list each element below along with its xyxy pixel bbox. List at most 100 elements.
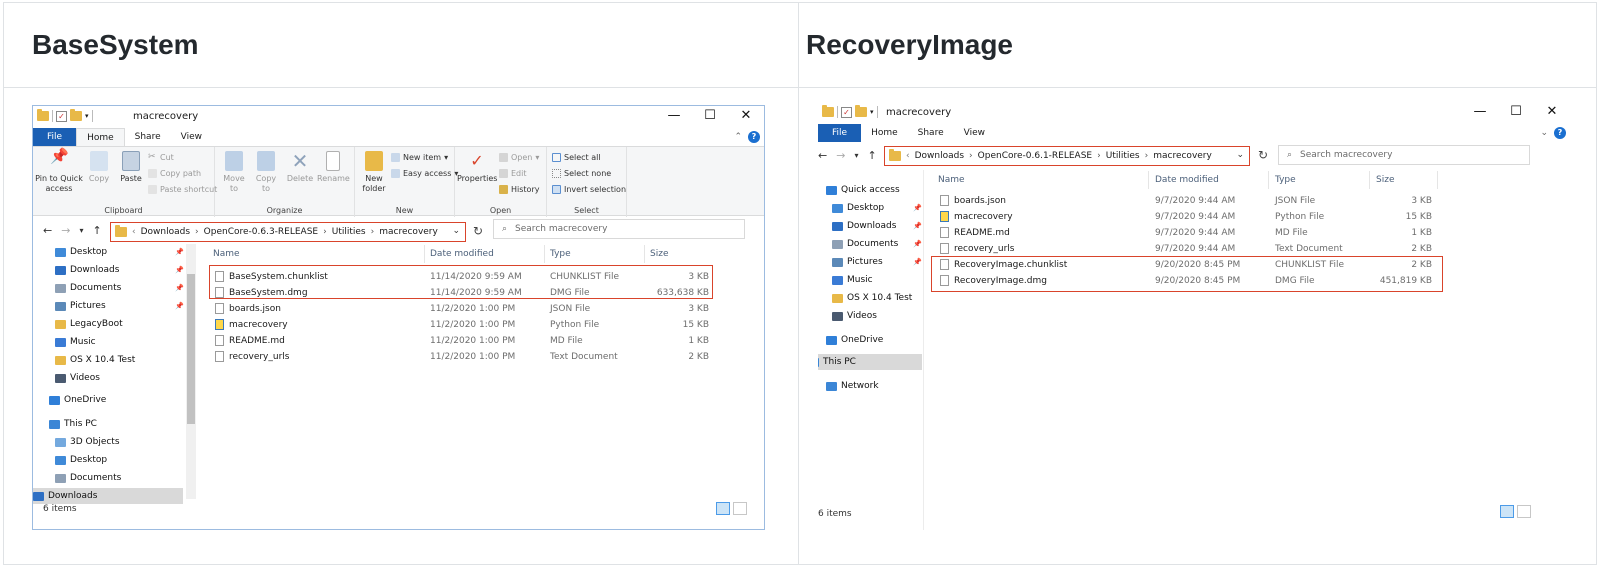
nav-item-downloads[interactable]: Downloads [33,488,183,504]
ribbon-collapse-icon[interactable]: ⌃ [734,132,742,142]
close-button[interactable]: ✕ [1534,102,1570,122]
nav-item-desktop[interactable]: Desktop [55,244,107,260]
new-folder-button[interactable]: New folder [359,151,389,194]
nav-item-network[interactable]: Network [826,378,879,394]
pin-icon[interactable]: 📌 [175,248,184,256]
column-divider[interactable] [1268,171,1269,189]
nav-item-this-pc[interactable]: This PC [49,416,97,432]
tab-share[interactable]: Share [125,128,171,146]
up-arrow-icon[interactable]: ↑ [92,224,101,237]
breadcrumb-item[interactable]: OpenCore-0.6.1-RELEASE [978,151,1092,161]
move-to-button[interactable]: Move to [219,151,249,194]
tab-view[interactable]: View [954,124,995,142]
pin-icon[interactable]: 📌 [913,240,922,248]
properties-quick-icon[interactable]: ✓ [841,106,852,118]
copy-button[interactable]: Copy [85,151,113,184]
address-bar[interactable]: ‹ Downloads › OpenCore-0.6.1-RELEASE › Uti… [884,146,1250,166]
nav-scrollbar[interactable] [186,244,196,499]
search-input[interactable]: ⌕ Search macrecovery [1278,145,1530,165]
nav-item-os-x-10-4-test[interactable]: OS X 10.4 Test [55,352,135,368]
history-button[interactable]: History [499,185,539,194]
column-size[interactable]: Size [650,249,668,259]
column-divider[interactable] [1148,171,1149,189]
nav-item-downloads[interactable]: Downloads [55,262,119,278]
new-folder-quick-icon[interactable] [70,109,82,121]
forward-arrow-icon[interactable]: → [836,149,845,162]
pin-icon[interactable]: 📌 [175,302,184,310]
file-row[interactable]: boards.json 9/7/2020 9:44 AM JSON File 3 KB [932,193,1442,209]
forward-arrow-icon[interactable]: → [61,224,70,237]
tab-file[interactable]: File [33,128,77,146]
select-all-button[interactable]: Select all [552,153,601,162]
nav-item-os-x-10-4-test[interactable]: OS X 10.4 Test [832,290,912,306]
nav-item-pictures[interactable]: Pictures [832,254,883,270]
delete-button[interactable]: ✕ Delete [285,151,315,184]
back-arrow-icon[interactable]: ← [818,149,827,162]
tab-home[interactable]: Home [861,124,908,142]
edit-button[interactable]: Edit [499,169,527,178]
new-folder-quick-icon[interactable] [855,105,867,117]
nav-item-quick-access[interactable]: Quick access [826,182,900,198]
copy-path-button[interactable]: Copy path [148,169,201,178]
pin-icon[interactable]: 📌 [175,284,184,292]
nav-item-3d-objects[interactable]: 3D Objects [55,434,120,450]
file-row[interactable]: macrecovery 11/2/2020 1:00 PM Python File 1… [209,317,709,333]
column-name[interactable]: Name [938,175,965,185]
column-divider[interactable] [1369,171,1370,189]
back-arrow-icon[interactable]: ← [43,224,52,237]
nav-item-pictures[interactable]: Pictures [55,298,106,314]
nav-scrollbar-thumb[interactable] [187,274,195,424]
easy-access-button[interactable]: Easy access ▾ [391,169,458,178]
pin-icon[interactable]: 📌 [913,258,922,266]
search-input[interactable]: ⌕ Search macrecovery [493,219,745,239]
column-date-modified[interactable]: Date modified [1155,175,1219,185]
details-view-icon[interactable] [1500,505,1514,518]
column-name[interactable]: Name [213,249,240,259]
open-button[interactable]: Open ▾ [499,153,539,162]
paste-shortcut-button[interactable]: Paste shortcut [148,185,217,194]
minimize-button[interactable]: — [1462,102,1498,122]
details-view-icon[interactable] [716,502,730,515]
invert-selection-button[interactable]: Invert selection [552,185,626,194]
column-divider[interactable] [424,245,425,263]
breadcrumb-item[interactable]: Utilities [332,227,366,237]
nav-item-music[interactable]: Music [55,334,96,350]
breadcrumb-item[interactable]: macrecovery [379,227,438,237]
maximize-button[interactable]: ☐ [1498,102,1534,122]
nav-item-documents[interactable]: Documents [832,236,898,252]
breadcrumb-item[interactable]: Utilities [1106,151,1140,161]
copy-to-button[interactable]: Copy to [251,151,281,194]
nav-item-legacyboot[interactable]: LegacyBoot [55,316,123,332]
file-row[interactable]: recovery_urls 9/7/2020 9:44 AM Text Docume… [932,241,1442,257]
tab-file[interactable]: File [818,124,862,142]
nav-item-documents[interactable]: Documents [55,280,121,296]
pin-icon[interactable]: 📌 [913,222,922,230]
nav-item-onedrive[interactable]: OneDrive [49,392,106,408]
column-divider[interactable] [1437,171,1438,189]
up-arrow-icon[interactable]: ↑ [867,149,876,162]
nav-item-videos[interactable]: Videos [832,308,877,324]
pin-icon[interactable]: 📌 [913,204,922,212]
tab-home[interactable]: Home [76,128,125,146]
breadcrumb-item[interactable]: Downloads [915,151,964,161]
breadcrumb-item[interactable]: OpenCore-0.6.3-RELEASE [204,227,318,237]
pin-quick-access-button[interactable]: 📌 Pin to Quick access [35,149,83,194]
new-item-button[interactable]: New item ▾ [391,153,448,162]
nav-item-music[interactable]: Music [832,272,873,288]
minimize-button[interactable]: — [656,106,692,126]
file-row[interactable]: recovery_urls 11/2/2020 1:00 PM Text Docum… [209,349,709,365]
close-button[interactable]: ✕ [728,106,764,126]
column-date-modified[interactable]: Date modified [430,249,494,259]
help-icon[interactable]: ? [1554,127,1566,139]
file-row[interactable]: README.md 9/7/2020 9:44 AM MD File 1 KB [932,225,1442,241]
file-row[interactable]: README.md 11/2/2020 1:00 PM MD File 1 KB [209,333,709,349]
maximize-button[interactable]: ☐ [692,106,728,126]
tab-view[interactable]: View [171,128,212,146]
tab-share[interactable]: Share [908,124,954,142]
nav-item-desktop[interactable]: Desktop [832,200,884,216]
large-icons-view-icon[interactable] [1517,505,1531,518]
nav-item-videos[interactable]: Videos [55,370,100,386]
breadcrumb-item[interactable]: Downloads [141,227,190,237]
ribbon-expand-icon[interactable]: ⌄ [1540,128,1548,138]
rename-button[interactable]: Rename [317,151,350,184]
